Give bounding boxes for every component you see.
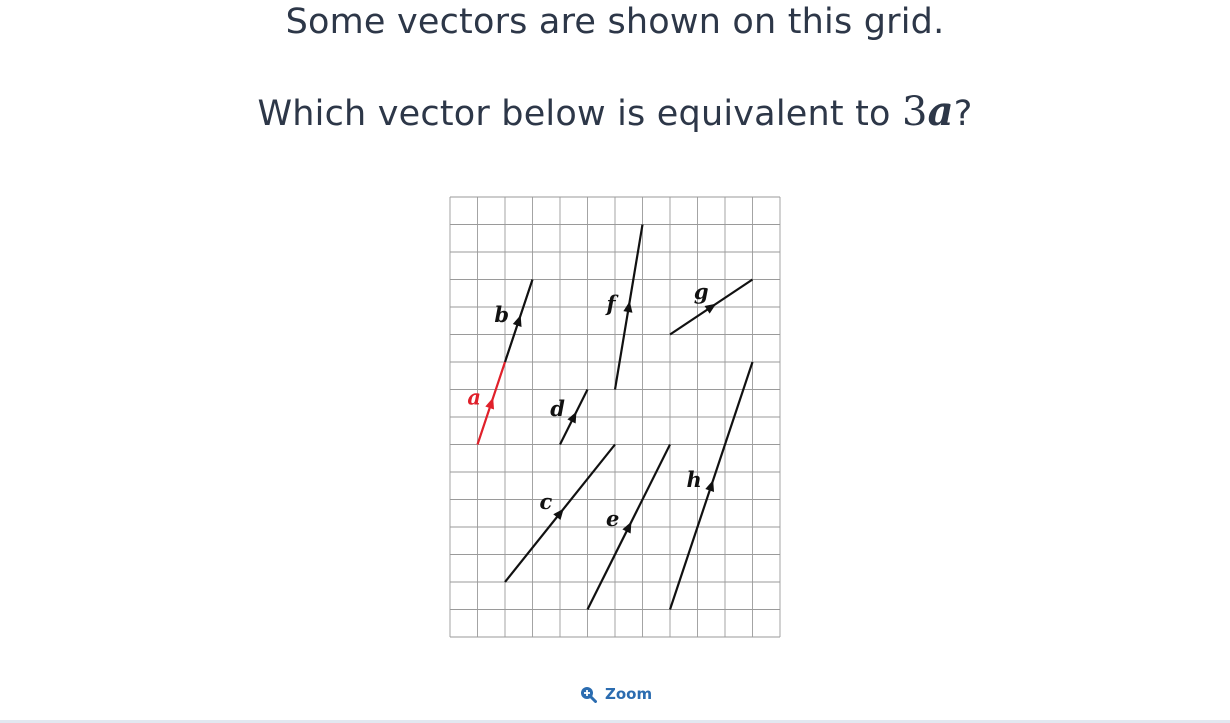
- grid: [449, 196, 781, 638]
- vector-e-label: e: [606, 506, 619, 531]
- vector-d-label: d: [550, 396, 565, 421]
- vector-g-label: g: [694, 279, 709, 304]
- zoom-button[interactable]: Zoom: [580, 683, 652, 705]
- vector-labels: a b c d e f g h: [467, 279, 708, 531]
- zoom-label: Zoom: [605, 685, 653, 703]
- vector-a-label: a: [467, 385, 481, 410]
- vector-grid-diagram: a b c d e f g h: [449, 196, 781, 638]
- vector-h-arrow: [705, 480, 715, 492]
- vector-h-label: h: [687, 467, 702, 492]
- vector-a-arrow: [485, 397, 495, 410]
- vector-b-arrow: [512, 315, 522, 327]
- vector-f-label: f: [604, 291, 619, 316]
- vector-c-label: c: [540, 489, 553, 514]
- zoom-in-icon: [581, 686, 597, 703]
- vector-b-label: b: [494, 302, 509, 327]
